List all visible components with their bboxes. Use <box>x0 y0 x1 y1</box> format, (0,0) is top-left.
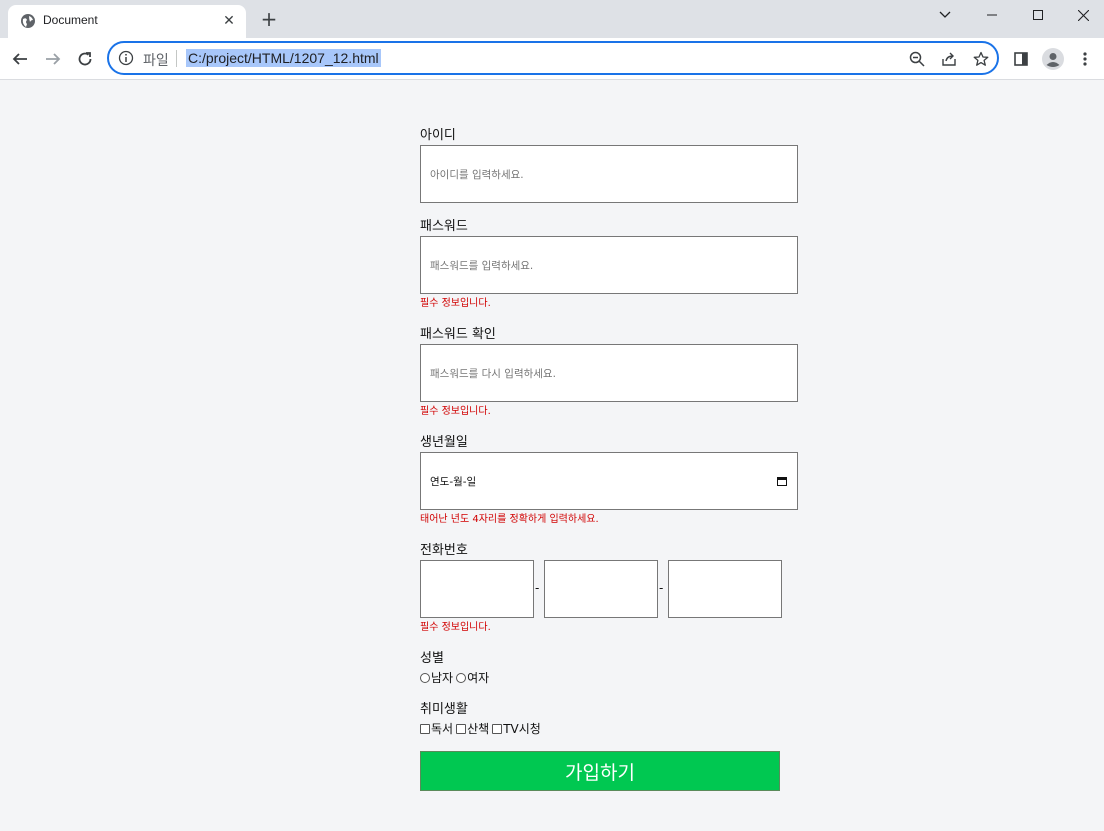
birth-date-input[interactable]: 연도-월-일 <box>420 452 798 510</box>
password-label: 패스워드 <box>420 219 468 234</box>
hobby-option-label: 독서 <box>431 722 454 736</box>
scheme-label: 파일 <box>143 53 169 69</box>
gender-label: 성별 <box>420 651 444 666</box>
hobby-option-label: 산책 <box>467 722 490 736</box>
new-tab-button[interactable]: + <box>258 9 280 31</box>
back-button[interactable] <box>6 45 34 73</box>
phone-separator: - <box>535 581 540 595</box>
phone-error: 필수 정보입니다. <box>420 622 491 633</box>
side-panel-button[interactable] <box>1009 47 1033 71</box>
menu-button[interactable] <box>1073 47 1097 71</box>
phone-input-2[interactable] <box>544 560 658 618</box>
tab-close-icon[interactable]: ✕ <box>220 12 238 30</box>
password-confirm-label: 패스워드 확인 <box>420 327 496 342</box>
minimize-button[interactable] <box>969 0 1015 30</box>
close-icon <box>1077 9 1089 21</box>
forward-button[interactable] <box>39 45 67 73</box>
gender-option-label: 남자 <box>431 671 454 685</box>
zoom-button[interactable] <box>907 49 927 69</box>
close-window-button[interactable] <box>1060 0 1104 30</box>
star-icon <box>973 51 989 66</box>
gender-radio-female[interactable] <box>456 672 467 683</box>
side-panel-icon <box>1014 52 1028 66</box>
phone-separator: - <box>659 581 664 595</box>
gender-option-label: 여자 <box>467 671 490 685</box>
calendar-icon[interactable] <box>777 476 787 486</box>
reload-button[interactable] <box>71 45 99 73</box>
signup-submit-button[interactable]: 가입하기 <box>420 751 780 791</box>
birth-label: 생년월일 <box>420 435 468 450</box>
id-label: 아이디 <box>420 128 456 143</box>
hobby-option-label: TV시청 <box>503 722 541 736</box>
password-error: 필수 정보입니다. <box>420 298 491 309</box>
password-placeholder: 패스워드를 입력하세요. <box>430 260 534 272</box>
phone-input-3[interactable] <box>668 560 782 618</box>
hobby-options: 독서 산책 TV시청 <box>420 720 544 737</box>
profile-button[interactable] <box>1041 47 1065 71</box>
hobby-checkbox-walk[interactable] <box>456 723 467 734</box>
password-confirm-input[interactable]: 패스워드를 다시 입력하세요. <box>420 344 798 402</box>
tab-search-button[interactable] <box>930 4 960 26</box>
more-vertical-icon <box>1083 52 1087 66</box>
birth-error: 태어난 년도 4자리를 정확하게 입력하세요. <box>420 514 599 525</box>
tab-title: Document <box>43 13 98 27</box>
arrow-right-icon <box>46 53 61 65</box>
phone-input-1[interactable] <box>420 560 534 618</box>
chevron-down-icon <box>939 11 951 18</box>
share-icon <box>942 52 956 66</box>
gender-options: 남자 여자 <box>420 669 492 686</box>
gender-radio-male[interactable] <box>420 672 430 683</box>
share-button[interactable] <box>939 49 959 69</box>
id-placeholder: 아이디를 입력하세요. <box>430 169 524 181</box>
omnibox-divider <box>176 50 177 67</box>
password-confirm-error: 필수 정보입니다. <box>420 406 491 417</box>
url-text[interactable]: C:/project/HTML/1207_12.html <box>186 49 381 67</box>
browser-toolbar: 파일 C:/project/HTML/1207_12.html <box>0 38 1104 80</box>
hobby-label: 취미생활 <box>420 702 468 717</box>
password-input[interactable]: 패스워드를 입력하세요. <box>420 236 798 294</box>
avatar-icon <box>1042 48 1064 70</box>
id-input[interactable]: 아이디를 입력하세요. <box>420 145 798 203</box>
hobby-checkbox-tv[interactable] <box>492 723 503 734</box>
reload-icon <box>78 52 92 66</box>
maximize-icon <box>1033 10 1043 20</box>
minimize-icon <box>987 14 997 16</box>
maximize-button[interactable] <box>1015 0 1061 30</box>
zoom-out-icon <box>909 51 925 67</box>
phone-label: 전화번호 <box>420 543 468 558</box>
address-bar[interactable]: 파일 C:/project/HTML/1207_12.html <box>107 41 999 75</box>
hobby-checkbox-reading[interactable] <box>420 723 430 734</box>
birth-date-value: 연도-월-일 <box>430 476 477 488</box>
bookmark-button[interactable] <box>971 49 991 69</box>
arrow-left-icon <box>12 53 27 65</box>
password-confirm-placeholder: 패스워드를 다시 입력하세요. <box>430 368 556 380</box>
globe-icon <box>21 14 35 28</box>
browser-tab[interactable]: Document ✕ <box>8 5 246 38</box>
tab-strip: Document ✕ + <box>0 0 1104 38</box>
info-icon[interactable] <box>118 50 134 66</box>
